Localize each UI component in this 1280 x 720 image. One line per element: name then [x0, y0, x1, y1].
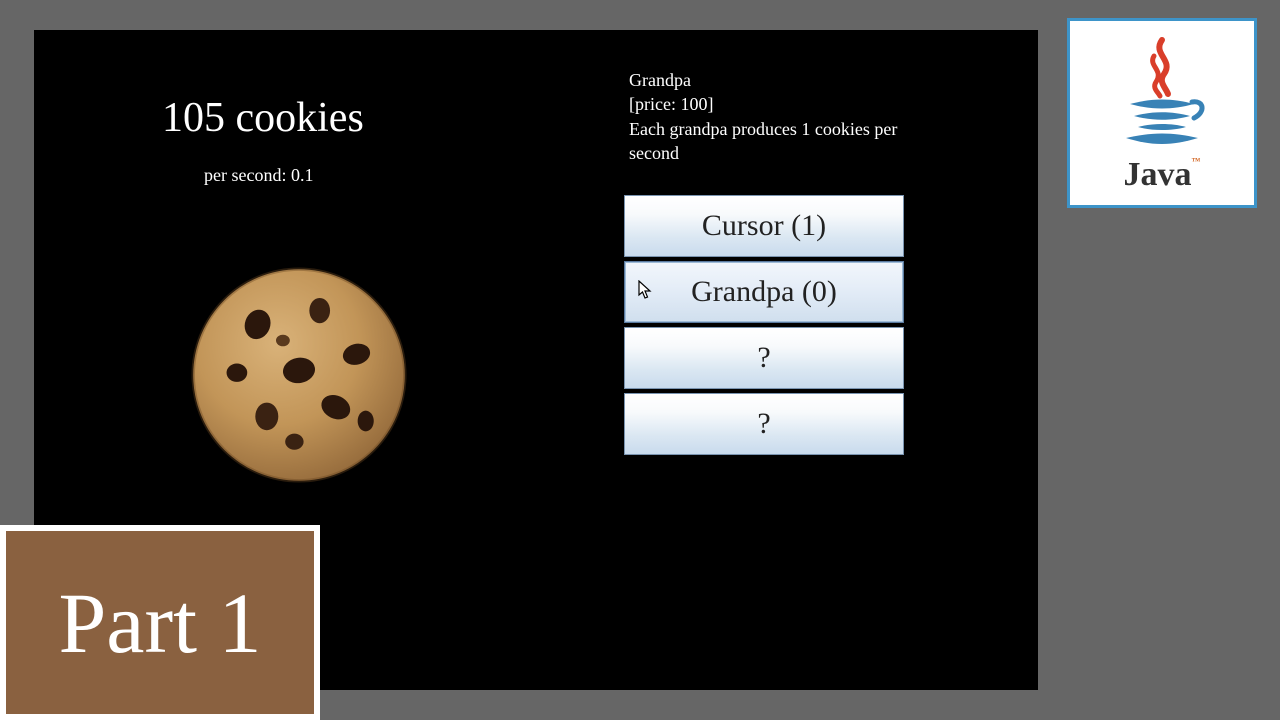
store-item-locked-2[interactable]: ?: [624, 393, 904, 455]
cookie-button[interactable]: [184, 260, 414, 490]
java-logo-badge: Java™: [1067, 18, 1257, 208]
tooltip-description: Each grandpa produces 1 cookies per seco…: [629, 117, 919, 166]
cookie-count-label: 105 cookies: [162, 94, 364, 142]
tooltip-name: Grandpa: [629, 68, 919, 92]
store-item-label: Grandpa (0): [691, 275, 837, 309]
store-item-locked-1[interactable]: ?: [624, 327, 904, 389]
store-item-cursor[interactable]: Cursor (1): [624, 195, 904, 257]
tooltip-price: [price: 100]: [629, 92, 919, 116]
java-logo-text: Java™: [1124, 156, 1201, 194]
store-item-label: ?: [757, 341, 770, 375]
part-label: Part 1: [58, 573, 261, 673]
store-panel: Cursor (1) Grandpa (0) ? ?: [624, 195, 904, 459]
store-item-label: Cursor (1): [702, 209, 826, 243]
part-badge: Part 1: [0, 525, 320, 720]
store-item-grandpa[interactable]: Grandpa (0): [624, 261, 904, 323]
cursor-icon: [638, 280, 654, 305]
java-logo-icon: [1112, 32, 1212, 152]
per-second-label: per second: 0.1: [204, 165, 313, 186]
store-item-label: ?: [757, 407, 770, 441]
store-tooltip: Grandpa [price: 100] Each grandpa produc…: [629, 68, 919, 165]
